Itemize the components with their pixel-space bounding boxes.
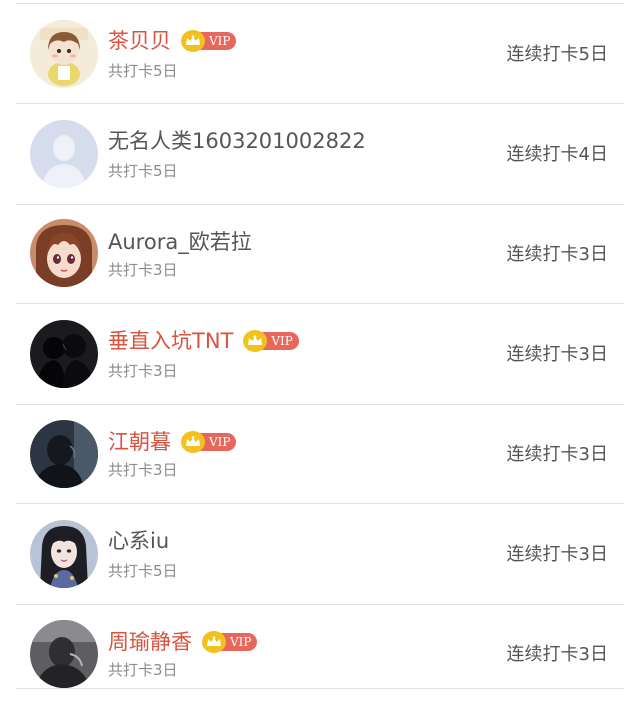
list-item[interactable]: 垂直入坑TNT VIP 共打卡3日 连续打卡3日 — [0, 304, 640, 404]
crown-icon — [202, 631, 226, 653]
avatar-default-user-icon[interactable] — [30, 120, 98, 188]
user-name-line: 周瑜静香 VIP — [108, 627, 258, 657]
avatar-dark-portrait-icon[interactable] — [30, 420, 98, 488]
streak-checkin-days: 连续打卡3日 — [506, 244, 608, 265]
list-item[interactable]: 无名人类1603201002822 共打卡5日 连续打卡4日 — [0, 104, 640, 204]
user-name-line: 垂直入坑TNT VIP — [108, 326, 299, 356]
user-name[interactable]: 茶贝贝 — [108, 26, 171, 56]
list-divider — [16, 688, 624, 689]
total-checkin-days: 共打卡5日 — [108, 562, 178, 580]
user-name[interactable]: 无名人类1603201002822 — [108, 126, 366, 156]
list-item[interactable]: 心系iu 共打卡5日 连续打卡3日 — [0, 504, 640, 604]
streak-checkin-days: 连续打卡3日 — [506, 344, 608, 365]
user-name-line: Aurora_欧若拉 — [108, 227, 252, 257]
avatar-cartoon-girl-icon[interactable] — [30, 20, 98, 88]
avatar-anime-girl-icon[interactable] — [30, 219, 98, 287]
list-item[interactable]: 江朝暮 VIP 共打卡3日 连续打卡3日 — [0, 405, 640, 505]
vip-badge: VIP — [181, 30, 237, 52]
streak-checkin-days: 连续打卡3日 — [506, 644, 608, 665]
vip-badge: VIP — [243, 330, 299, 352]
user-name[interactable]: Aurora_欧若拉 — [108, 227, 252, 257]
avatar-gray-portrait-icon[interactable] — [30, 620, 98, 688]
total-checkin-days: 共打卡3日 — [108, 461, 178, 479]
user-name[interactable]: 垂直入坑TNT — [108, 326, 233, 356]
user-name[interactable]: 江朝暮 — [108, 427, 171, 457]
streak-checkin-days: 连续打卡3日 — [506, 444, 608, 465]
avatar-photo-woman-icon[interactable] — [30, 520, 98, 588]
crown-icon — [181, 431, 205, 453]
vip-badge: VIP — [181, 431, 237, 453]
user-name[interactable]: 周瑜静香 — [108, 627, 192, 657]
total-checkin-days: 共打卡5日 — [108, 162, 178, 180]
user-name[interactable]: 心系iu — [108, 526, 169, 556]
total-checkin-days: 共打卡5日 — [108, 62, 178, 80]
user-name-line: 茶贝贝 VIP — [108, 26, 237, 56]
list-item[interactable]: Aurora_欧若拉 共打卡3日 连续打卡3日 — [0, 205, 640, 305]
crown-icon — [181, 30, 205, 52]
streak-checkin-days: 连续打卡3日 — [506, 544, 608, 565]
avatar-silhouette-couple-icon[interactable] — [30, 320, 98, 388]
user-name-line: 江朝暮 VIP — [108, 427, 237, 457]
user-name-line: 心系iu — [108, 526, 169, 556]
total-checkin-days: 共打卡3日 — [108, 261, 178, 279]
vip-badge: VIP — [202, 631, 258, 653]
list-item[interactable]: 周瑜静香 VIP 共打卡3日 连续打卡3日 — [0, 605, 640, 705]
streak-checkin-days: 连续打卡4日 — [506, 144, 608, 165]
user-name-line: 无名人类1603201002822 — [108, 126, 366, 156]
list-item[interactable]: 茶贝贝 VIP 共打卡5日 连续打卡5日 — [0, 4, 640, 104]
total-checkin-days: 共打卡3日 — [108, 661, 178, 679]
streak-checkin-days: 连续打卡5日 — [506, 44, 608, 65]
checkin-list: 茶贝贝 VIP 共打卡5日 连续打卡5日 无名人类1603201002822 共… — [0, 0, 640, 705]
total-checkin-days: 共打卡3日 — [108, 362, 178, 380]
